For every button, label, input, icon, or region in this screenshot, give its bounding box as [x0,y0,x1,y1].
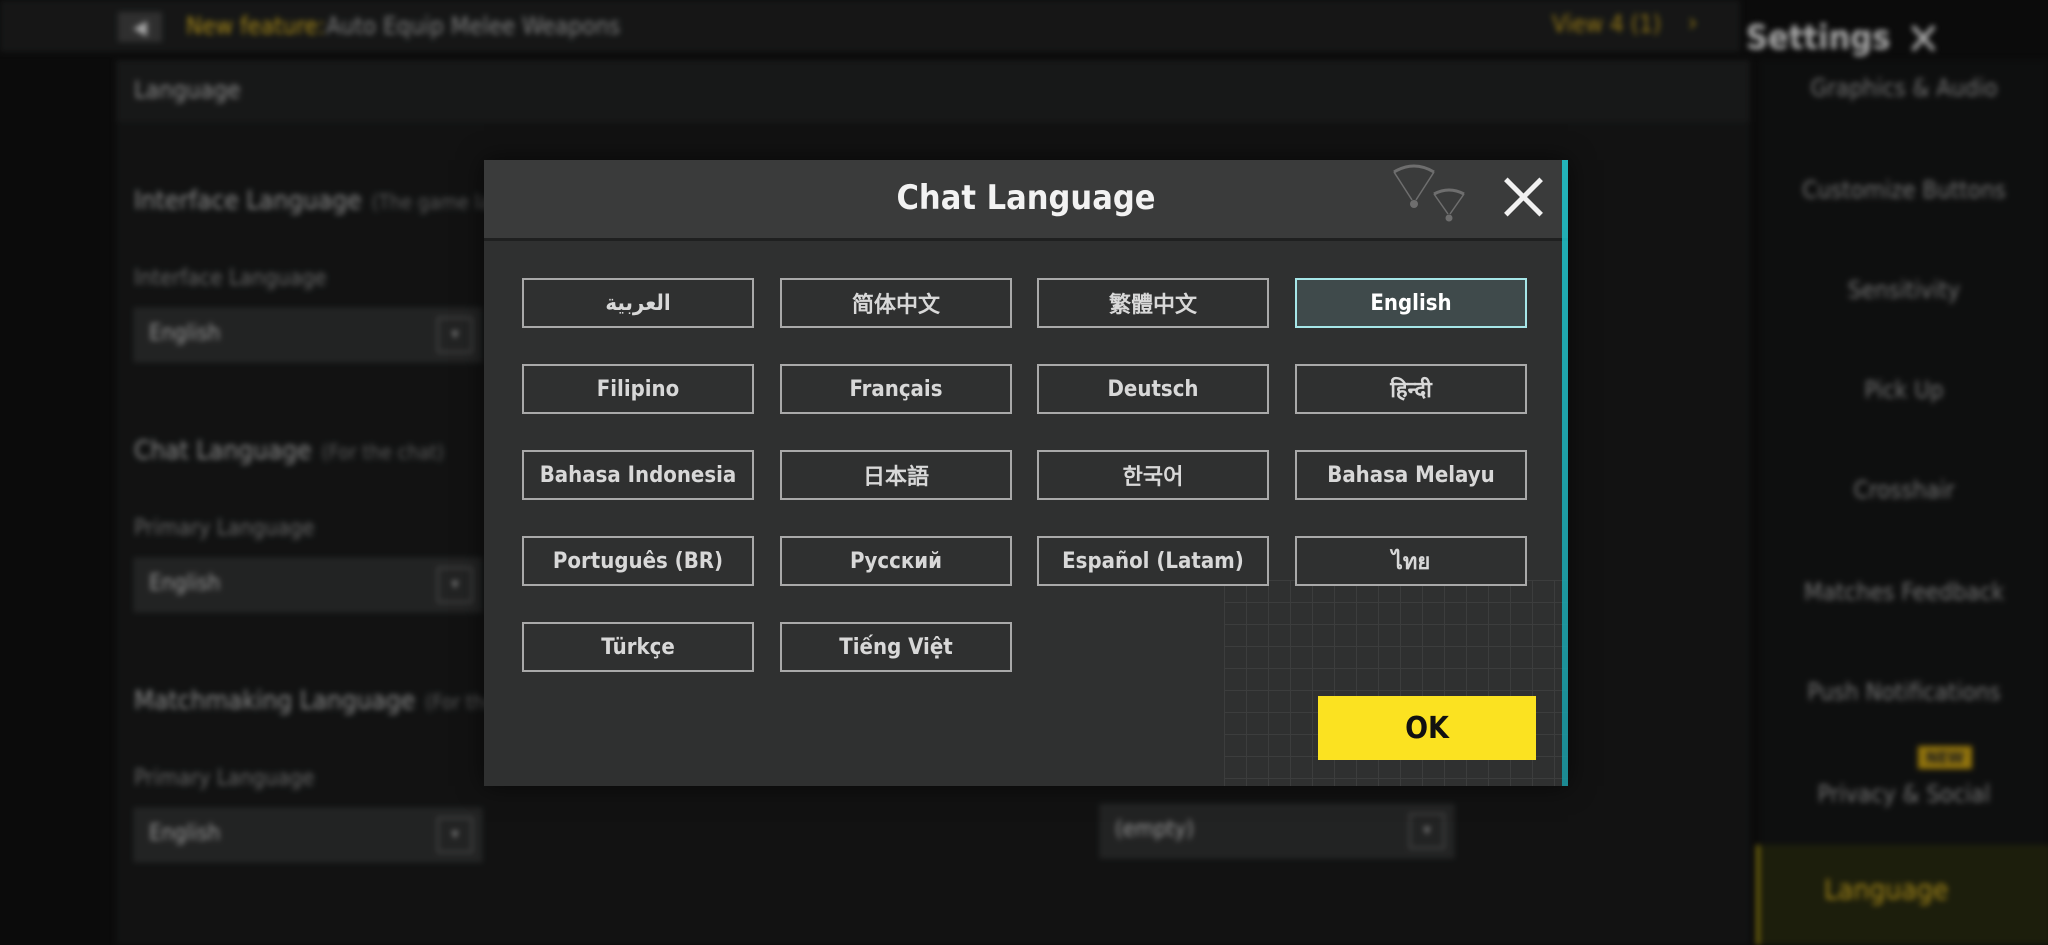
language-option[interactable]: Français [780,364,1012,414]
language-option[interactable]: Türkçe [522,622,754,672]
language-option[interactable]: 简体中文 [780,278,1012,328]
language-option[interactable]: Deutsch [1037,364,1269,414]
language-option[interactable]: Bahasa Melayu [1295,450,1527,500]
language-option[interactable]: Filipino [522,364,754,414]
dialog-header: Chat Language [484,160,1568,241]
language-option[interactable]: ไทย [1295,536,1527,586]
language-option[interactable]: Русский [780,536,1012,586]
language-option[interactable]: Español (Latam) [1037,536,1269,586]
chat-language-dialog: Chat Language العربية 简体中文 繁體中文 English Fili… [484,160,1568,786]
edge-glow [1562,160,1568,786]
close-icon[interactable] [1494,168,1552,226]
language-option[interactable]: Português (BR) [522,536,754,586]
language-option[interactable]: Tiếng Việt [780,622,1012,672]
language-option[interactable]: 한국어 [1037,450,1269,500]
language-option[interactable]: 日本語 [780,450,1012,500]
language-option[interactable]: English [1295,278,1527,328]
dialog-title: Chat Language [896,178,1156,218]
language-option[interactable]: Bahasa Indonesia [522,450,754,500]
ok-button[interactable]: OK [1318,696,1536,760]
language-option[interactable]: 繁體中文 [1037,278,1269,328]
language-option[interactable]: العربية [522,278,754,328]
language-option[interactable]: हिन्दी [1295,364,1527,414]
